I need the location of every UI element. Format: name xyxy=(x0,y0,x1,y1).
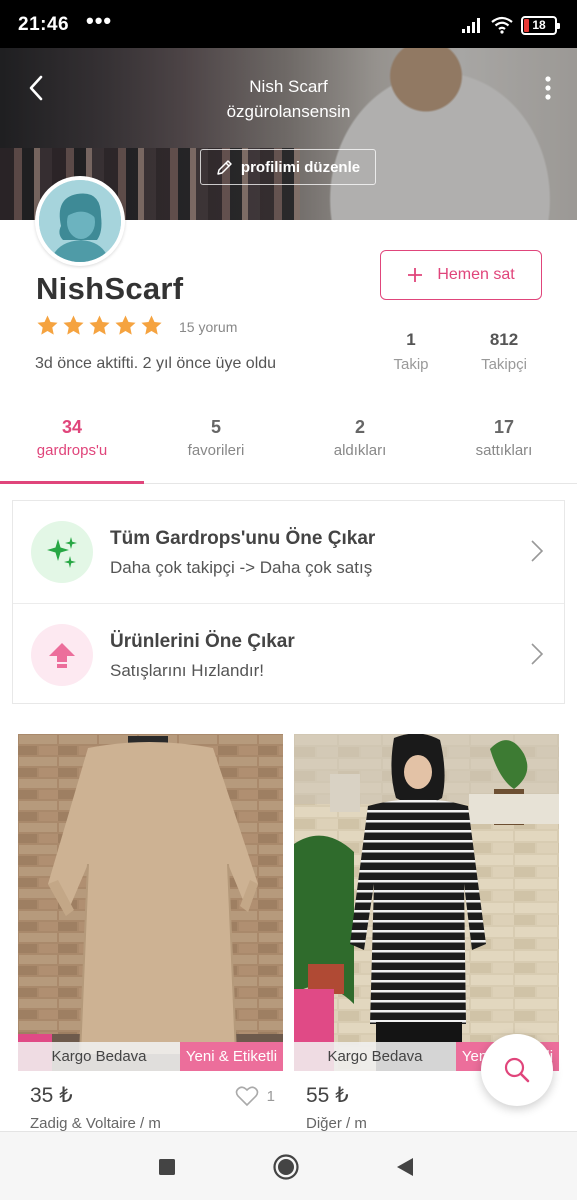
profile-tabs: 34 gardrops'u 5 favorileri 2 aldıkları 1… xyxy=(0,408,577,484)
tab-favorites[interactable]: 5 favorileri xyxy=(144,408,288,483)
chevron-right-icon xyxy=(531,540,544,562)
promo-icon-bg xyxy=(31,624,93,686)
tab-count: 2 xyxy=(354,417,365,437)
star-icon xyxy=(63,315,84,335)
following-stat[interactable]: 1 Takip xyxy=(366,330,456,373)
search-icon xyxy=(504,1057,530,1083)
boost-arrow-icon xyxy=(49,643,75,668)
more-vertical-icon xyxy=(545,76,551,100)
pencil-icon xyxy=(217,159,232,175)
tab-label: gardrops'u xyxy=(36,442,108,459)
tab-count: 34 xyxy=(61,417,83,437)
chevron-right-icon xyxy=(531,643,544,665)
edit-profile-label: profilimi düzenle xyxy=(240,158,361,176)
review-count[interactable]: 15 yorum xyxy=(179,319,237,335)
system-nav-bar xyxy=(0,1131,577,1200)
status-time: 21:46 xyxy=(18,14,70,35)
status-notification-dots: ••• xyxy=(86,8,113,33)
tab-count: 17 xyxy=(493,417,515,437)
battery-icon: 18 xyxy=(521,15,560,35)
followers-stat[interactable]: 812 Takipçi xyxy=(459,330,549,373)
tab-label: favorileri xyxy=(187,442,245,459)
product-card[interactable]: Kargo Bedava Yeni & Etiketli 55 ₺ Diğer … xyxy=(294,734,559,1132)
tab-label: aldıkları xyxy=(333,442,387,459)
back-nav-button[interactable] xyxy=(392,1154,418,1180)
product-photo-beige-dress xyxy=(18,734,283,1071)
promo-title: Ürünlerini Öne Çıkar xyxy=(110,631,295,652)
following-count: 1 xyxy=(406,330,416,349)
star-icon xyxy=(37,315,58,335)
status-icons: 18 xyxy=(461,14,560,36)
rating-stars[interactable] xyxy=(36,314,163,337)
followers-label: Takipçi xyxy=(481,356,527,373)
battery-level: 18 xyxy=(532,18,546,32)
tab-wardrobe[interactable]: 34 gardrops'u xyxy=(0,408,144,484)
more-options-button[interactable] xyxy=(541,74,555,102)
tab-label: sattıkları xyxy=(475,442,533,459)
free-shipping-label: Kargo Bedava xyxy=(18,1042,180,1071)
product-price: 35 ₺ xyxy=(30,1084,73,1107)
home-circle-icon xyxy=(273,1154,299,1180)
profile-display-name: Nish Scarf xyxy=(249,77,328,96)
username: NishScarf xyxy=(36,271,184,306)
like-count: 1 xyxy=(266,1087,275,1105)
default-avatar-icon xyxy=(39,180,121,262)
status-bar: 21:46 ••• 18 xyxy=(0,0,577,48)
product-image[interactable]: Kargo Bedava Yeni & Etiketli xyxy=(294,734,559,1071)
back-triangle-icon xyxy=(397,1158,413,1176)
heart-icon xyxy=(235,1086,258,1107)
promo-icon-bg xyxy=(31,521,93,583)
signal-icon xyxy=(462,18,480,33)
tab-count: 5 xyxy=(210,417,221,437)
tab-purchased[interactable]: 2 aldıkları xyxy=(288,408,432,483)
star-icon xyxy=(89,315,110,335)
tab-sold[interactable]: 17 sattıkları xyxy=(432,408,576,483)
promo-card: Tüm Gardrops'unu Öne Çıkar Daha çok taki… xyxy=(12,500,565,704)
edit-profile-button[interactable]: profilimi düzenle xyxy=(200,149,376,185)
product-image[interactable]: Kargo Bedava Yeni & Etiketli xyxy=(18,734,283,1071)
following-label: Takip xyxy=(393,356,429,373)
product-photo-striped-tunic xyxy=(294,734,559,1071)
product-brand: Zadig & Voltaire / m xyxy=(30,1115,161,1132)
promo-subtitle: Satışlarını Hızlandır! xyxy=(110,661,265,680)
home-button[interactable] xyxy=(273,1154,299,1180)
product-price: 55 ₺ xyxy=(306,1084,349,1107)
activity-status: 3d önce aktifti. 2 yıl önce üye oldu xyxy=(35,355,277,372)
followers-count: 812 xyxy=(489,330,519,349)
promo-boost-products[interactable]: Ürünlerini Öne Çıkar Satışlarını Hızland… xyxy=(13,603,564,705)
star-icon xyxy=(141,315,162,335)
sell-now-label: Hemen sat xyxy=(437,266,515,283)
like-button[interactable]: 1 xyxy=(235,1085,275,1107)
recents-square-icon xyxy=(159,1159,175,1175)
sell-now-button[interactable]: Hemen sat xyxy=(380,250,542,300)
free-shipping-label: Kargo Bedava xyxy=(294,1042,456,1071)
search-fab[interactable] xyxy=(481,1034,553,1106)
star-icon xyxy=(115,315,136,335)
promo-title: Tüm Gardrops'unu Öne Çıkar xyxy=(110,528,376,549)
new-with-tags-label: Yeni & Etiketli xyxy=(180,1042,283,1071)
wifi-icon xyxy=(491,16,513,34)
sparkle-icon xyxy=(47,537,77,568)
profile-handle: özgürolansensin xyxy=(226,102,351,121)
recents-button[interactable] xyxy=(154,1154,180,1180)
promo-feature-wardrobe[interactable]: Tüm Gardrops'unu Öne Çıkar Daha çok taki… xyxy=(13,501,564,603)
promo-subtitle: Daha çok takipçi -> Daha çok satış xyxy=(110,558,373,577)
avatar[interactable] xyxy=(35,176,125,266)
plus-icon xyxy=(408,268,423,282)
product-brand: Diğer / m xyxy=(306,1115,367,1132)
product-card[interactable]: Kargo Bedava Yeni & Etiketli 35 ₺ Zadig … xyxy=(18,734,283,1132)
